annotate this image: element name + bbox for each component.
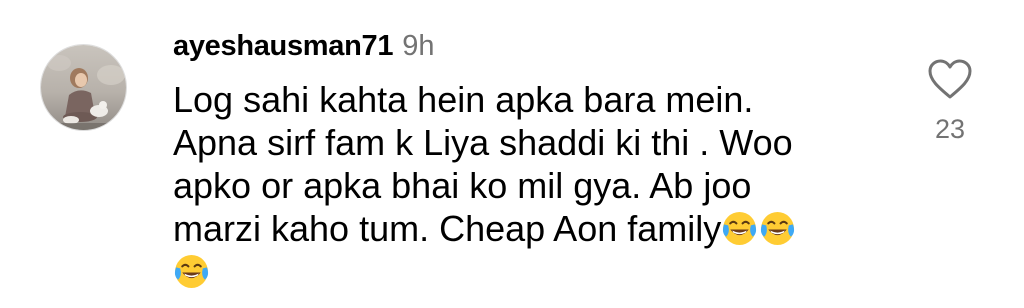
comment-header: ayeshausman71 9h [173, 30, 434, 64]
comment-line-4-text: marzi kaho tum. Cheap Aon family [173, 208, 722, 249]
comment-line-2: Apna sirf fam k Liya shaddi ki thi . Woo [173, 122, 793, 163]
heart-outline-icon [928, 59, 972, 99]
face-with-tears-of-joy-icon [174, 255, 209, 288]
like-count: 23 [934, 114, 966, 144]
avatar[interactable] [40, 44, 127, 131]
comment-line-1: Log sahi kahta hein apka bara mein. [173, 79, 754, 120]
avatar-image [41, 45, 126, 130]
comment-line-3: apko or apka bhai ko mil gya. Ab joo [173, 165, 752, 206]
comment-line-4: marzi kaho tum. Cheap Aon family [173, 207, 893, 250]
face-with-tears-of-joy-icon [723, 212, 757, 245]
username[interactable]: ayeshausman71 [173, 30, 393, 63]
timestamp: 9h [402, 30, 435, 62]
face-with-tears-of-joy-icon [761, 212, 795, 245]
comment-line-5 [173, 250, 893, 293]
comment-text: Log sahi kahta hein apka bara mein. Apna… [173, 78, 893, 293]
like-button[interactable] [927, 58, 973, 100]
